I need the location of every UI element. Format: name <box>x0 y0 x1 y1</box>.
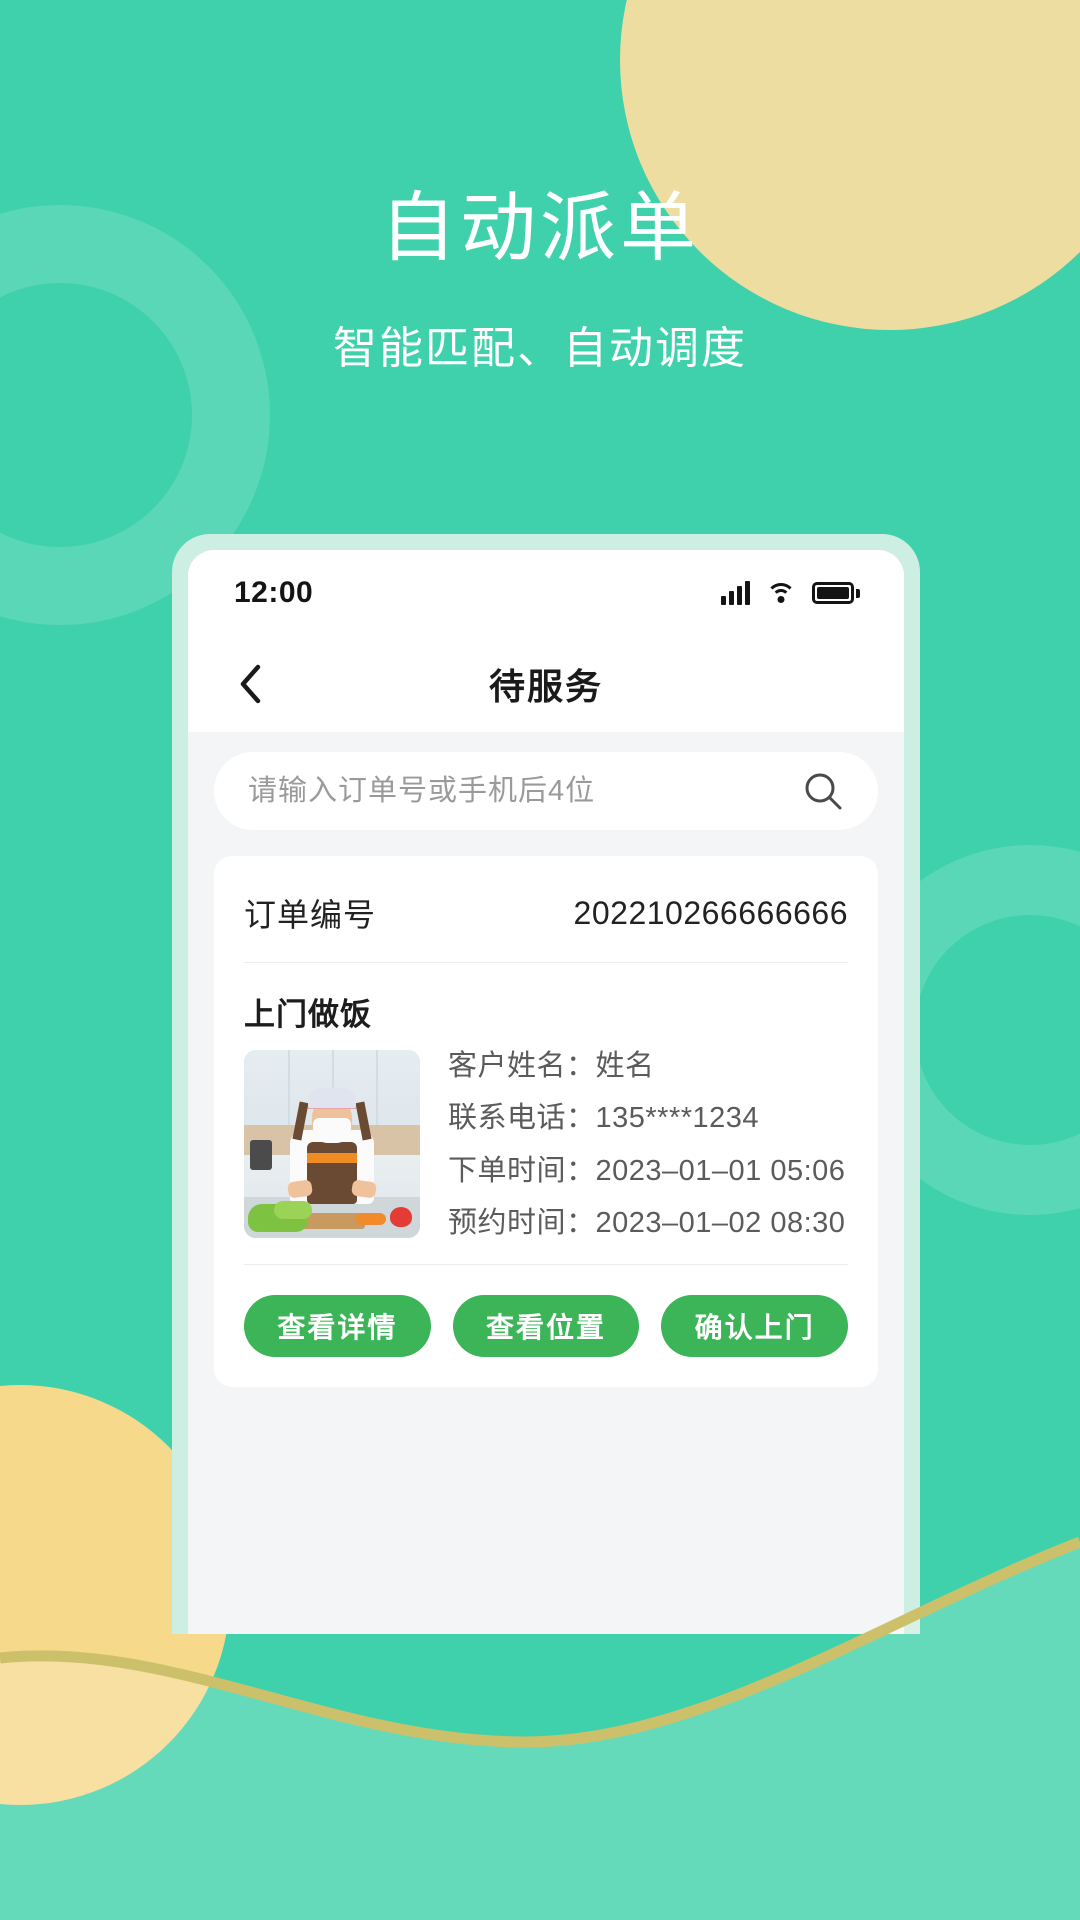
phone-mockup: 12:00 待服务 请输入订单号或手机后4位 订单编号 202210266666… <box>172 534 920 1634</box>
search-icon[interactable] <box>802 770 844 812</box>
detail-row-appointment-time: 预约时间：2023–01–02 08:30 <box>448 1206 848 1239</box>
order-number-label: 订单编号 <box>244 897 377 933</box>
search-box[interactable] <box>214 752 878 830</box>
detail-value: 2023–01–01 05:06 <box>595 1154 846 1187</box>
detail-label: 联系电话： <box>448 1102 596 1135</box>
status-bar-icons <box>721 581 860 605</box>
order-number-row: 订单编号 202210266666666 <box>244 862 848 963</box>
search-section <box>188 732 904 848</box>
status-bar: 12:00 <box>188 550 904 636</box>
detail-row-customer-name: 客户姓名：姓名 <box>448 1052 848 1081</box>
detail-label: 预约时间： <box>448 1206 596 1239</box>
wifi-icon <box>766 581 796 605</box>
detail-label: 下单时间： <box>448 1154 596 1187</box>
order-number-value: 202210266666666 <box>573 894 848 931</box>
detail-value: 姓名 <box>595 1050 655 1082</box>
card-actions: 查看详情 查看位置 确认上门 <box>244 1265 849 1357</box>
decor-circle-yellow-top-right <box>620 0 1080 330</box>
detail-value: 2023–01–02 08:30 <box>595 1206 846 1239</box>
battery-icon <box>812 582 860 604</box>
back-button[interactable] <box>228 662 272 706</box>
order-card[interactable]: 订单编号 202210266666666 上门做饭 客户姓名：姓名 联系电话：1… <box>214 856 878 1387</box>
status-bar-time: 12:00 <box>234 576 314 609</box>
view-details-button[interactable]: 查看详情 <box>244 1295 431 1357</box>
phone-screen: 12:00 待服务 请输入订单号或手机后4位 订单编号 202210266666… <box>188 550 904 1634</box>
search-input[interactable] <box>248 774 790 808</box>
service-thumbnail-image <box>244 1050 420 1238</box>
service-body: 客户姓名：姓名 联系电话：135****1234 下单时间：2023–01–01… <box>244 1050 848 1265</box>
service-info-list: 客户姓名：姓名 联系电话：135****1234 下单时间：2023–01–01… <box>448 1050 848 1238</box>
confirm-visit-button[interactable]: 确认上门 <box>661 1295 849 1357</box>
nav-bar: 待服务 <box>188 636 904 732</box>
chevron-left-icon <box>240 664 261 704</box>
detail-row-phone: 联系电话：135****1234 <box>448 1104 848 1133</box>
service-title: 上门做饭 <box>244 997 372 1032</box>
detail-value: 135****1234 <box>595 1102 760 1135</box>
view-location-button[interactable]: 查看位置 <box>452 1295 640 1357</box>
detail-label: 客户姓名： <box>448 1050 596 1082</box>
detail-row-order-time: 下单时间：2023–01–01 05:06 <box>448 1154 848 1187</box>
nav-title: 待服务 <box>488 666 603 707</box>
signal-icon <box>721 581 750 605</box>
